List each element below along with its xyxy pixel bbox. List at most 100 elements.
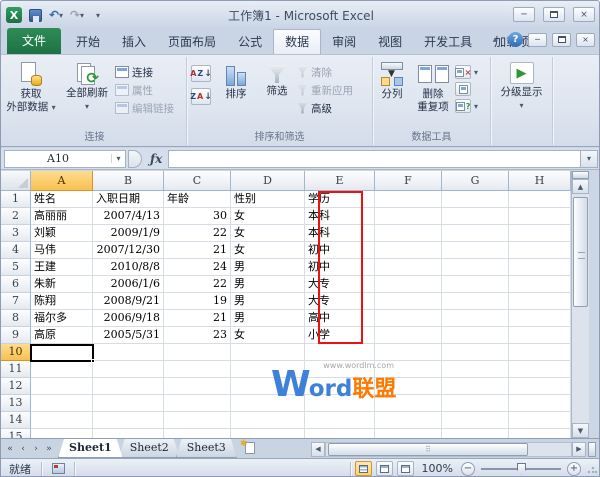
cell-F6[interactable]: [375, 276, 442, 293]
row-header-15[interactable]: 15: [1, 429, 31, 438]
active-cell-selection[interactable]: [30, 344, 94, 362]
cell-C4[interactable]: 21: [164, 242, 231, 259]
cell-C11[interactable]: [164, 361, 231, 378]
select-all-corner[interactable]: [1, 171, 31, 191]
name-box-dropdown-icon[interactable]: ▾: [111, 154, 125, 163]
page-break-view-button[interactable]: [397, 461, 414, 476]
what-if-analysis-button[interactable]: ?▾: [455, 99, 478, 113]
cell-A13[interactable]: [31, 395, 93, 412]
cell-F4[interactable]: [375, 242, 442, 259]
cell-A1[interactable]: 姓名: [31, 191, 93, 208]
cell-H7[interactable]: [509, 293, 571, 310]
cell-A12[interactable]: [31, 378, 93, 395]
horizontal-scrollbar[interactable]: ◀ ▶: [311, 441, 596, 457]
cell-C13[interactable]: [164, 395, 231, 412]
sort-ascending-button[interactable]: AZ↓: [191, 65, 211, 82]
column-header-F[interactable]: F: [375, 171, 442, 191]
prev-sheet-button[interactable]: ‹: [17, 444, 29, 454]
cell-F5[interactable]: [375, 259, 442, 276]
text-to-columns-button[interactable]: ▼ 分列: [373, 59, 411, 127]
column-header-H[interactable]: H: [509, 171, 571, 191]
cell-G8[interactable]: [442, 310, 509, 327]
cell-G6[interactable]: [442, 276, 509, 293]
filter-button[interactable]: 筛选: [257, 59, 297, 127]
horizontal-split-box[interactable]: [588, 442, 596, 457]
data-validation-button[interactable]: ×▾: [455, 65, 478, 79]
page-layout-view-button[interactable]: [376, 461, 393, 476]
tab-page-layout[interactable]: 页面布局: [157, 30, 227, 54]
vertical-scroll-thumb[interactable]: [573, 197, 588, 307]
cell-F1[interactable]: [375, 191, 442, 208]
minimize-button[interactable]: ─: [513, 7, 535, 22]
cell-B7[interactable]: 2008/9/21: [93, 293, 164, 310]
cell-H10[interactable]: [509, 344, 571, 361]
sort-button[interactable]: 排序: [215, 59, 257, 127]
cell-G15[interactable]: [442, 429, 509, 438]
cell-F3[interactable]: [375, 225, 442, 242]
cell-D14[interactable]: [231, 412, 305, 429]
cell-F7[interactable]: [375, 293, 442, 310]
cell-F15[interactable]: [375, 429, 442, 438]
get-external-data-button[interactable]: 获取 外部数据 ▾: [3, 59, 59, 127]
row-header-9[interactable]: 9: [1, 327, 31, 344]
cell-C2[interactable]: 30: [164, 208, 231, 225]
cell-G4[interactable]: [442, 242, 509, 259]
cell-G2[interactable]: [442, 208, 509, 225]
cell-H4[interactable]: [509, 242, 571, 259]
cell-D7[interactable]: 男: [231, 293, 305, 310]
cell-C8[interactable]: 21: [164, 310, 231, 327]
cell-B11[interactable]: [93, 361, 164, 378]
cell-D5[interactable]: 男: [231, 259, 305, 276]
cell-H8[interactable]: [509, 310, 571, 327]
cell-B4[interactable]: 2007/12/30: [93, 242, 164, 259]
sort-descending-button[interactable]: ZA↓: [191, 88, 211, 105]
workbook-close-button[interactable]: ×: [576, 33, 595, 47]
cell-B5[interactable]: 2010/8/8: [93, 259, 164, 276]
insert-function-button[interactable]: ƒx: [142, 152, 168, 166]
cell-A6[interactable]: 朱新: [31, 276, 93, 293]
cell-A7[interactable]: 陈翔: [31, 293, 93, 310]
cell-B3[interactable]: 2009/1/9: [93, 225, 164, 242]
normal-view-button[interactable]: [355, 461, 372, 476]
cell-B10[interactable]: [93, 344, 164, 361]
cell-F8[interactable]: [375, 310, 442, 327]
tab-home[interactable]: 开始: [65, 30, 111, 54]
edit-links-button[interactable]: 编辑链接: [115, 101, 185, 115]
tab-file[interactable]: 文件: [7, 28, 61, 54]
cell-D2[interactable]: 女: [231, 208, 305, 225]
cell-B9[interactable]: 2005/5/31: [93, 327, 164, 344]
cell-D4[interactable]: 女: [231, 242, 305, 259]
cell-H6[interactable]: [509, 276, 571, 293]
cell-A4[interactable]: 马伟: [31, 242, 93, 259]
connections-button[interactable]: 连接: [115, 65, 185, 79]
row-header-4[interactable]: 4: [1, 242, 31, 259]
row-header-5[interactable]: 5: [1, 259, 31, 276]
tab-insert[interactable]: 插入: [111, 30, 157, 54]
cell-H5[interactable]: [509, 259, 571, 276]
refresh-all-button[interactable]: ⟳ 全部刷新 ▾: [59, 59, 115, 127]
cell-E15[interactable]: [305, 429, 375, 438]
close-button[interactable]: ×: [573, 7, 595, 22]
cell-H15[interactable]: [509, 429, 571, 438]
collapse-ribbon-button[interactable]: ▴: [487, 32, 503, 47]
cell-B13[interactable]: [93, 395, 164, 412]
cell-D15[interactable]: [231, 429, 305, 438]
cell-D1[interactable]: 性别: [231, 191, 305, 208]
cell-B1[interactable]: 入职日期: [93, 191, 164, 208]
properties-button[interactable]: 属性: [115, 83, 185, 97]
consolidate-button[interactable]: [455, 82, 471, 96]
cell-D10[interactable]: [231, 344, 305, 361]
cell-C10[interactable]: [164, 344, 231, 361]
formula-input[interactable]: [168, 150, 580, 168]
cell-A15[interactable]: [31, 429, 93, 438]
vertical-scrollbar[interactable]: ▲ ▼: [571, 171, 589, 438]
vertical-split-box[interactable]: [572, 171, 589, 179]
insert-worksheet-button[interactable]: ✱: [239, 439, 265, 458]
cell-G12[interactable]: [442, 378, 509, 395]
cell-F10[interactable]: [375, 344, 442, 361]
row-header-2[interactable]: 2: [1, 208, 31, 225]
cell-C15[interactable]: [164, 429, 231, 438]
name-box[interactable]: A10 ▾: [4, 150, 126, 168]
outline-button[interactable]: ▶ 分级显示 ▾: [493, 59, 551, 127]
row-header-7[interactable]: 7: [1, 293, 31, 310]
